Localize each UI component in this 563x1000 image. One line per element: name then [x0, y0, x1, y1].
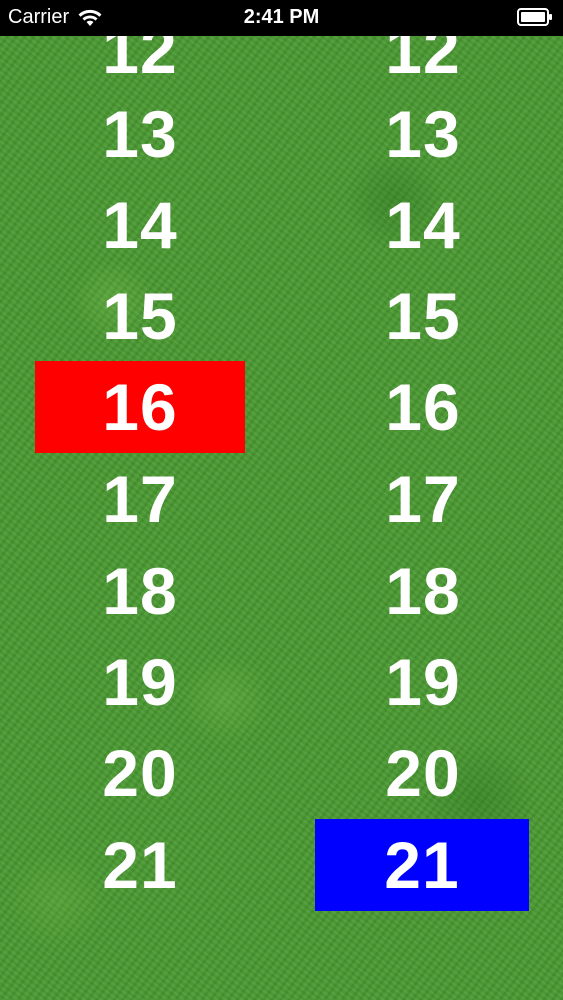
right-picker-selected-item[interactable]: 21: [315, 819, 529, 911]
left-picker-item[interactable]: 18: [35, 545, 245, 637]
left-picker-item[interactable]: 15: [35, 270, 245, 362]
battery-icon: [517, 8, 552, 26]
status-bar: Carrier 2:41 PM: [0, 0, 563, 36]
right-picker-item[interactable]: 16: [318, 361, 528, 453]
right-picker-item[interactable]: 15: [318, 270, 528, 362]
left-picker-selected-item[interactable]: 16: [35, 361, 245, 453]
right-picker-item[interactable]: 13: [318, 88, 528, 180]
left-picker-item[interactable]: 17: [35, 453, 245, 545]
right-picker-item[interactable]: 20: [318, 727, 528, 819]
left-picker-item[interactable]: 21: [35, 819, 245, 911]
left-picker-item[interactable]: 20: [35, 727, 245, 819]
left-picker-item[interactable]: 19: [35, 636, 245, 728]
status-time: 2:41 PM: [243, 6, 320, 28]
left-picker-item[interactable]: 14: [35, 179, 245, 271]
right-picker-item[interactable]: 18: [318, 545, 528, 637]
right-picker-item[interactable]: 17: [318, 453, 528, 545]
left-picker-item[interactable]: 13: [35, 88, 245, 180]
right-picker-item[interactable]: 19: [318, 636, 528, 728]
right-picker-item[interactable]: 14: [318, 179, 528, 271]
app-screen: Carrier 2:41 PM 12 13 14 15 16 17 18 19 …: [0, 0, 563, 1000]
